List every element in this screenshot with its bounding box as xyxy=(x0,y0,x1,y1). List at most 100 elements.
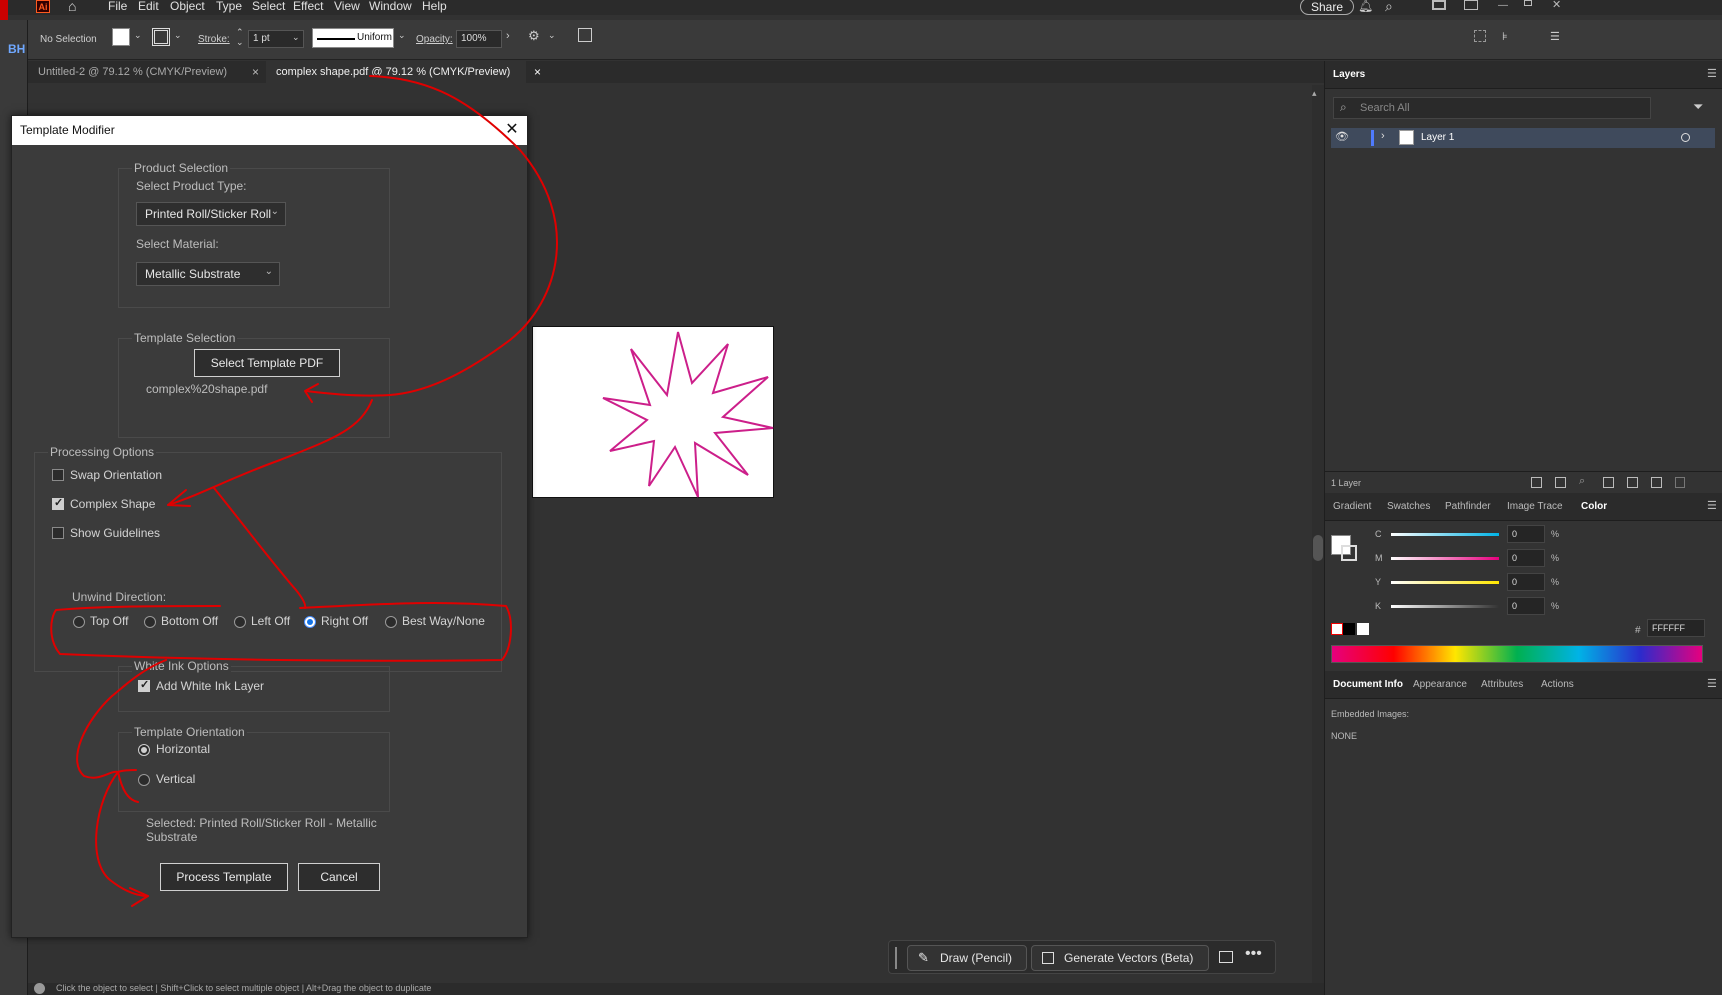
search-layer-icon[interactable]: ⌕ xyxy=(1579,475,1585,488)
magenta-slider[interactable] xyxy=(1391,557,1499,560)
yellow-slider[interactable] xyxy=(1391,581,1499,584)
menu-effect[interactable]: Effect xyxy=(293,0,323,13)
align-icon[interactable] xyxy=(1474,30,1486,42)
black-value[interactable]: 0 xyxy=(1507,597,1545,615)
close-tab-icon[interactable]: × xyxy=(534,61,541,83)
menu-help[interactable]: Help xyxy=(422,0,447,13)
yellow-value[interactable]: 0 xyxy=(1507,573,1545,591)
opacity-arrow-icon[interactable]: › xyxy=(506,30,510,42)
menu-file[interactable]: File xyxy=(108,0,127,13)
white-swatch[interactable] xyxy=(1357,623,1369,635)
recolor-dropdown-icon[interactable]: ⌄ xyxy=(548,30,556,41)
tab-layers[interactable]: Layers xyxy=(1333,61,1365,89)
filter-icon[interactable]: ⏷ xyxy=(1693,99,1703,115)
black-slider[interactable] xyxy=(1391,605,1499,608)
product-type-select[interactable]: Printed Roll/Sticker Roll ⌄ xyxy=(136,202,286,226)
tab-attributes[interactable]: Attributes xyxy=(1481,671,1523,699)
tab-complex-shape[interactable]: complex shape.pdf @ 79.12 % (CMYK/Previe… xyxy=(266,61,526,83)
vertical-label[interactable]: Vertical xyxy=(156,772,195,786)
stroke-dropdown-icon[interactable]: ⌄ xyxy=(174,30,182,41)
clipping-mask-icon[interactable] xyxy=(1603,477,1614,488)
target-circle-icon[interactable] xyxy=(1681,133,1690,142)
color-menu-icon[interactable]: ☰ xyxy=(1707,499,1717,512)
cyan-value[interactable]: 0 xyxy=(1507,525,1545,543)
panel-menu-icon[interactable]: ☰ xyxy=(1550,30,1560,43)
visibility-eye-icon[interactable]: 👁︎ xyxy=(1335,130,1349,143)
locate-object-icon[interactable] xyxy=(1555,477,1566,488)
draw-pencil-button[interactable]: ✎ Draw (Pencil) xyxy=(907,945,1027,971)
show-guidelines-checkbox[interactable] xyxy=(52,527,64,539)
fill-swatch[interactable] xyxy=(112,28,130,46)
artboard[interactable] xyxy=(532,326,774,498)
tab-appearance[interactable]: Appearance xyxy=(1413,671,1467,699)
help-icon[interactable] xyxy=(34,983,45,994)
scroll-up-icon[interactable]: ▴ xyxy=(1312,88,1317,99)
swap-orientation-checkbox[interactable] xyxy=(52,469,64,481)
bell-icon[interactable]: 🔔︎ xyxy=(1358,0,1373,13)
black-swatch[interactable] xyxy=(1343,623,1355,635)
search-icon[interactable]: ⌕ xyxy=(1385,0,1393,15)
tab-actions[interactable]: Actions xyxy=(1541,671,1574,699)
star-shape-artwork[interactable] xyxy=(533,327,775,499)
none-swatch[interactable] xyxy=(1331,623,1343,635)
cancel-button[interactable]: Cancel xyxy=(298,863,380,891)
arrange-icon[interactable] xyxy=(1464,0,1478,10)
material-select[interactable]: Metallic Substrate ⌄ xyxy=(136,262,280,286)
tab-swatches[interactable]: Swatches xyxy=(1387,493,1430,521)
stroke-weight-dropdown-icon[interactable]: ⌄ xyxy=(292,32,300,43)
stroke-swatch[interactable] xyxy=(152,28,170,46)
swap-orientation-label[interactable]: Swap Orientation xyxy=(70,468,162,482)
image-settings-icon[interactable] xyxy=(1219,951,1233,963)
tab-document-info[interactable]: Document Info xyxy=(1333,671,1403,699)
plugin-label[interactable]: BH xyxy=(8,42,25,56)
minimize-icon[interactable]: — xyxy=(1498,0,1508,11)
complex-shape-label[interactable]: Complex Shape xyxy=(70,497,155,511)
magenta-value[interactable]: 0 xyxy=(1507,549,1545,567)
hex-field[interactable]: FFFFFF xyxy=(1647,619,1705,637)
unwind-left-off-label[interactable]: Left Off xyxy=(251,614,290,628)
complex-shape-checkbox[interactable] xyxy=(52,496,64,510)
opacity-field[interactable]: 100% xyxy=(456,30,502,48)
recolor-icon[interactable]: ⚙︎ xyxy=(528,28,540,44)
cyan-slider[interactable] xyxy=(1391,533,1499,536)
new-layer-icon[interactable] xyxy=(1651,477,1662,488)
tab-color[interactable]: Color xyxy=(1581,493,1607,521)
star-shape[interactable] xyxy=(602,331,774,498)
menu-view[interactable]: View xyxy=(334,0,360,13)
close-window-icon[interactable]: ✕ xyxy=(1552,0,1561,11)
menu-edit[interactable]: Edit xyxy=(138,0,159,13)
unwind-left-off-radio[interactable] xyxy=(234,616,246,628)
unwind-right-off-radio[interactable] xyxy=(304,616,316,628)
stroke-stepper-icon[interactable]: ⌃ ⌄ xyxy=(236,27,244,47)
stroke-profile-dropdown[interactable]: Uniform xyxy=(312,28,394,48)
tab-image-trace[interactable]: Image Trace xyxy=(1507,493,1563,521)
artboard-export-icon[interactable] xyxy=(578,28,592,42)
doc-info-menu-icon[interactable]: ☰ xyxy=(1707,677,1717,690)
expand-chevron-icon[interactable]: › xyxy=(1381,130,1385,142)
unwind-best-way-label[interactable]: Best Way/None xyxy=(402,614,485,628)
home-icon[interactable]: ⌂ xyxy=(68,0,76,13)
unwind-best-way-radio[interactable] xyxy=(385,616,397,628)
unwind-top-off-label[interactable]: Top Off xyxy=(90,614,128,628)
menu-object[interactable]: Object xyxy=(170,0,205,13)
maximize-icon[interactable] xyxy=(1524,0,1532,6)
unwind-top-off-radio[interactable] xyxy=(73,616,85,628)
dialog-close-icon[interactable]: ✕ xyxy=(502,120,522,140)
share-button[interactable]: Share xyxy=(1300,0,1355,15)
collect-export-icon[interactable] xyxy=(1531,477,1542,488)
more-options-icon[interactable]: ••• xyxy=(1245,945,1262,963)
menu-type[interactable]: Type xyxy=(216,0,242,13)
color-spectrum[interactable] xyxy=(1331,645,1703,663)
workspace-icon[interactable] xyxy=(1432,0,1446,10)
generate-vectors-button[interactable]: Generate Vectors (Beta) xyxy=(1031,945,1209,971)
layer-row[interactable]: 👁︎ › Layer 1 xyxy=(1331,128,1715,148)
select-template-pdf-button[interactable]: Select Template PDF xyxy=(194,349,340,377)
fill-dropdown-icon[interactable]: ⌄ xyxy=(134,30,142,41)
stroke-box-icon[interactable] xyxy=(1341,545,1357,561)
scroll-thumb[interactable] xyxy=(1313,535,1323,561)
horizontal-radio[interactable] xyxy=(138,744,150,756)
layer-name[interactable]: Layer 1 xyxy=(1421,132,1454,143)
new-sublayer-icon[interactable] xyxy=(1627,477,1638,488)
add-white-ink-label[interactable]: Add White Ink Layer xyxy=(156,679,264,693)
unwind-bottom-off-radio[interactable] xyxy=(144,616,156,628)
